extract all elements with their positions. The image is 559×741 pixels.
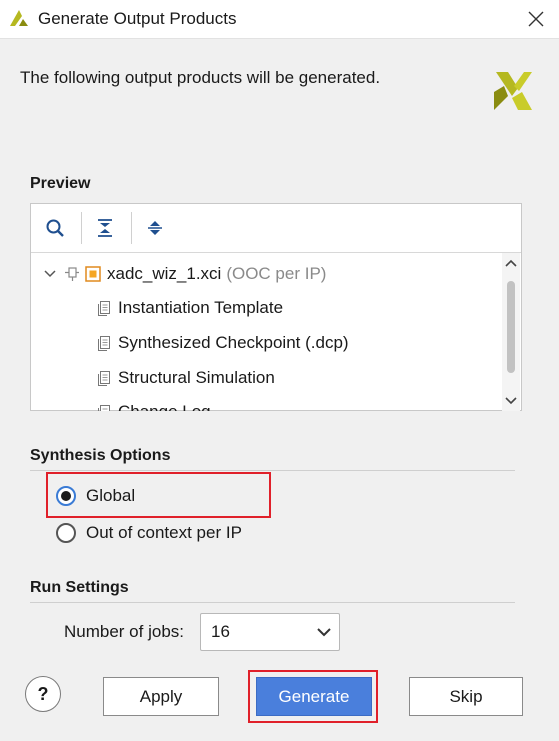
- document-icon: [98, 301, 110, 316]
- tree-item[interactable]: Change Log: [97, 397, 211, 411]
- toolbar-separator: [131, 212, 132, 244]
- radio-unselected-indicator[interactable]: [56, 523, 76, 543]
- scroll-thumb[interactable]: [507, 281, 515, 373]
- tree-root-row[interactable]: xadc_wiz_1.xci (OOC per IP): [43, 259, 326, 289]
- xilinx-logo: [494, 72, 532, 110]
- scroll-down-arrow[interactable]: [504, 394, 518, 408]
- search-icon: [46, 219, 64, 237]
- collapse-all-button[interactable]: [91, 214, 119, 242]
- jobs-value: 16: [211, 622, 230, 641]
- jobs-label: Number of jobs:: [64, 622, 184, 641]
- preview-scrollbar[interactable]: [502, 253, 520, 411]
- window-title: Generate Output Products: [38, 9, 237, 28]
- document-icon: [98, 405, 110, 411]
- radio-out-of-context[interactable]: Out of context per IP: [56, 520, 242, 546]
- document-icon: [98, 336, 110, 351]
- toolbar-separator: [81, 212, 82, 244]
- ip-hierarchy-icon: [65, 267, 79, 281]
- section-divider: [30, 470, 515, 471]
- expand-all-icon: [148, 221, 162, 235]
- preview-tree: xadc_wiz_1.xci (OOC per IP) Instantiatio…: [31, 253, 503, 411]
- expand-all-button[interactable]: [141, 214, 169, 242]
- collapse-all-icon: [98, 219, 112, 237]
- tree-item-label: Change Log: [118, 402, 211, 411]
- title-bar: Generate Output Products: [0, 0, 559, 39]
- synthesis-options-title: Synthesis Options: [30, 447, 171, 464]
- generate-button[interactable]: Generate: [256, 677, 372, 716]
- radio-global-label: Global: [86, 486, 136, 505]
- tree-root-note: (OOC per IP): [226, 264, 327, 283]
- scroll-up-arrow[interactable]: [504, 256, 518, 270]
- preview-section-title: Preview: [30, 175, 91, 192]
- skip-button[interactable]: Skip: [409, 677, 523, 716]
- vivado-app-icon: [10, 10, 28, 26]
- preview-toolbar: [31, 204, 521, 253]
- ip-core-icon: [85, 266, 101, 282]
- radio-global[interactable]: Global: [56, 483, 135, 509]
- document-icon: [98, 371, 110, 386]
- chevron-down-icon: [505, 397, 517, 405]
- tree-root-label: xadc_wiz_1.xci: [107, 264, 222, 283]
- apply-button[interactable]: Apply: [103, 677, 219, 716]
- tree-item-label: Structural Simulation: [118, 368, 275, 387]
- radio-ooc-label: Out of context per IP: [86, 523, 242, 542]
- preview-panel: xadc_wiz_1.xci (OOC per IP) Instantiatio…: [30, 203, 522, 411]
- tree-item[interactable]: Structural Simulation: [97, 363, 275, 393]
- chevron-down-icon: [309, 627, 339, 637]
- section-divider: [30, 602, 515, 603]
- tree-item[interactable]: Instantiation Template: [97, 293, 283, 323]
- tree-item[interactable]: Synthesized Checkpoint (.dcp): [97, 328, 349, 358]
- tree-item-label: Synthesized Checkpoint (.dcp): [118, 333, 349, 352]
- tree-item-label: Instantiation Template: [118, 298, 284, 317]
- close-icon: [528, 11, 544, 27]
- chevron-down-icon[interactable]: [43, 267, 57, 281]
- intro-text: The following output products will be ge…: [20, 68, 381, 87]
- search-button[interactable]: [41, 214, 69, 242]
- close-button[interactable]: [513, 0, 559, 38]
- radio-selected-indicator[interactable]: [56, 486, 76, 506]
- run-settings-title: Run Settings: [30, 579, 129, 596]
- jobs-dropdown[interactable]: 16: [200, 613, 340, 651]
- chevron-up-icon: [505, 259, 517, 267]
- help-button[interactable]: ?: [25, 676, 61, 712]
